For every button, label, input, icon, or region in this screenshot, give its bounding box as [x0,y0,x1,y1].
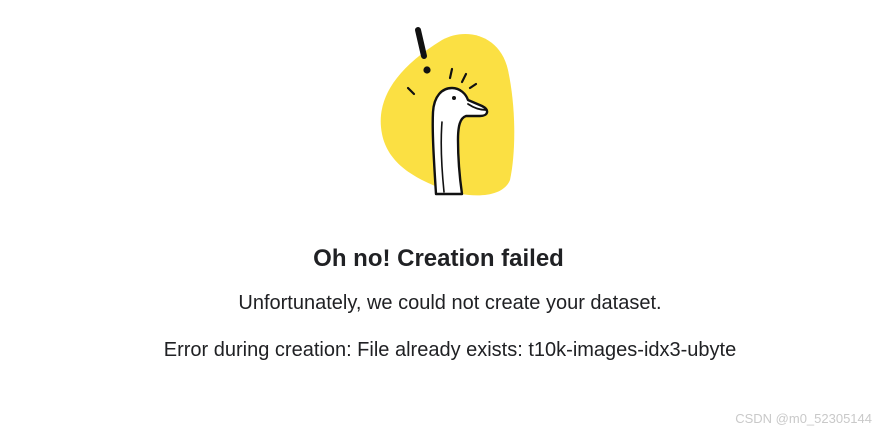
watermark-text: CSDN @m0_52305144 [735,411,872,426]
error-message: Unfortunately, we could not create your … [238,292,662,314]
error-goose-illustration [380,27,515,196]
error-page: Oh no! Creation failed Unfortunately, we… [0,0,877,433]
error-title: Oh no! Creation failed [313,245,564,272]
exclamation-mark-icon [415,27,427,59]
error-detail: Error during creation: File already exis… [163,339,737,361]
